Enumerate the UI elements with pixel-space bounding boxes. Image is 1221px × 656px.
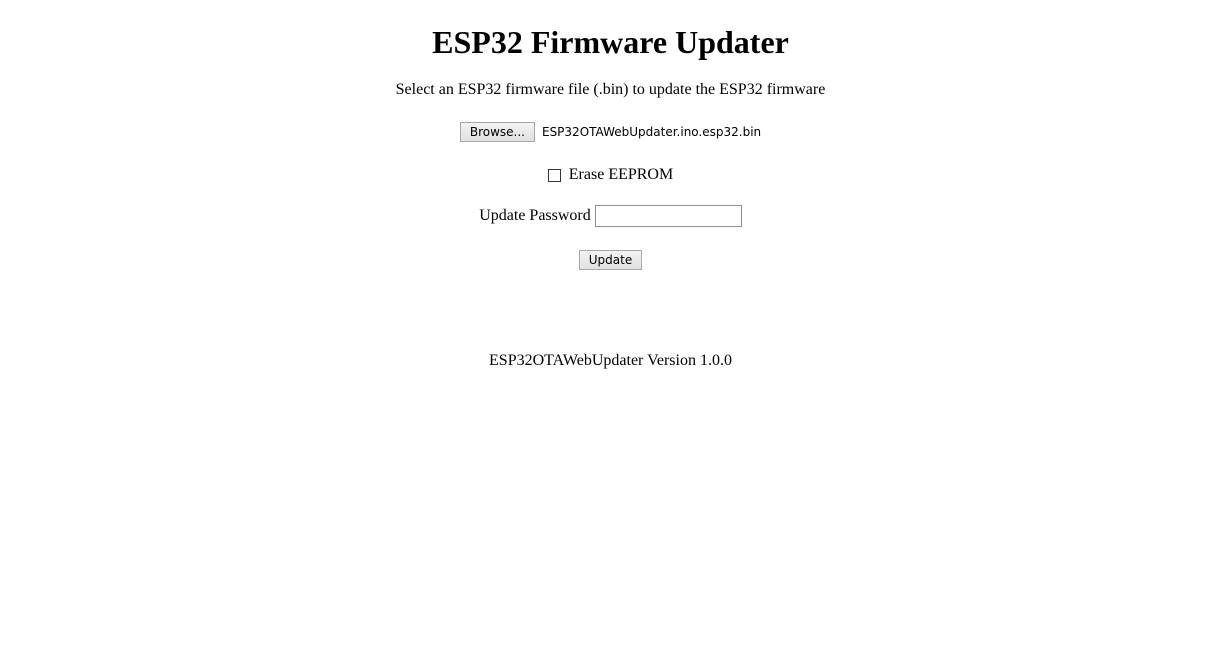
- page-title: ESP32 Firmware Updater: [432, 23, 789, 60]
- update-row: Update: [0, 250, 1221, 270]
- version-text: ESP32OTAWebUpdater Version 1.0.0: [489, 352, 732, 369]
- update-button[interactable]: Update: [578, 250, 643, 270]
- password-row: Update Password: [0, 205, 1221, 227]
- erase-eeprom-checkbox[interactable]: [547, 168, 561, 182]
- updater-page: ESP32 Firmware Updater Select an ESP32 f…: [0, 0, 1221, 656]
- file-picker: Browse... ESP32OTAWebUpdater.ino.esp32.b…: [0, 121, 1221, 143]
- erase-eeprom-label: Erase EEPROM: [568, 166, 674, 183]
- password-input[interactable]: [594, 205, 742, 227]
- browse-button[interactable]: Browse...: [459, 122, 535, 142]
- password-label: Update Password: [479, 207, 591, 224]
- selected-file-name: ESP32OTAWebUpdater.ino.esp32.bin: [541, 125, 762, 139]
- instructions-text: Select an ESP32 firmware file (.bin) to …: [395, 81, 826, 98]
- erase-eeprom-option: Erase EEPROM: [0, 164, 1221, 186]
